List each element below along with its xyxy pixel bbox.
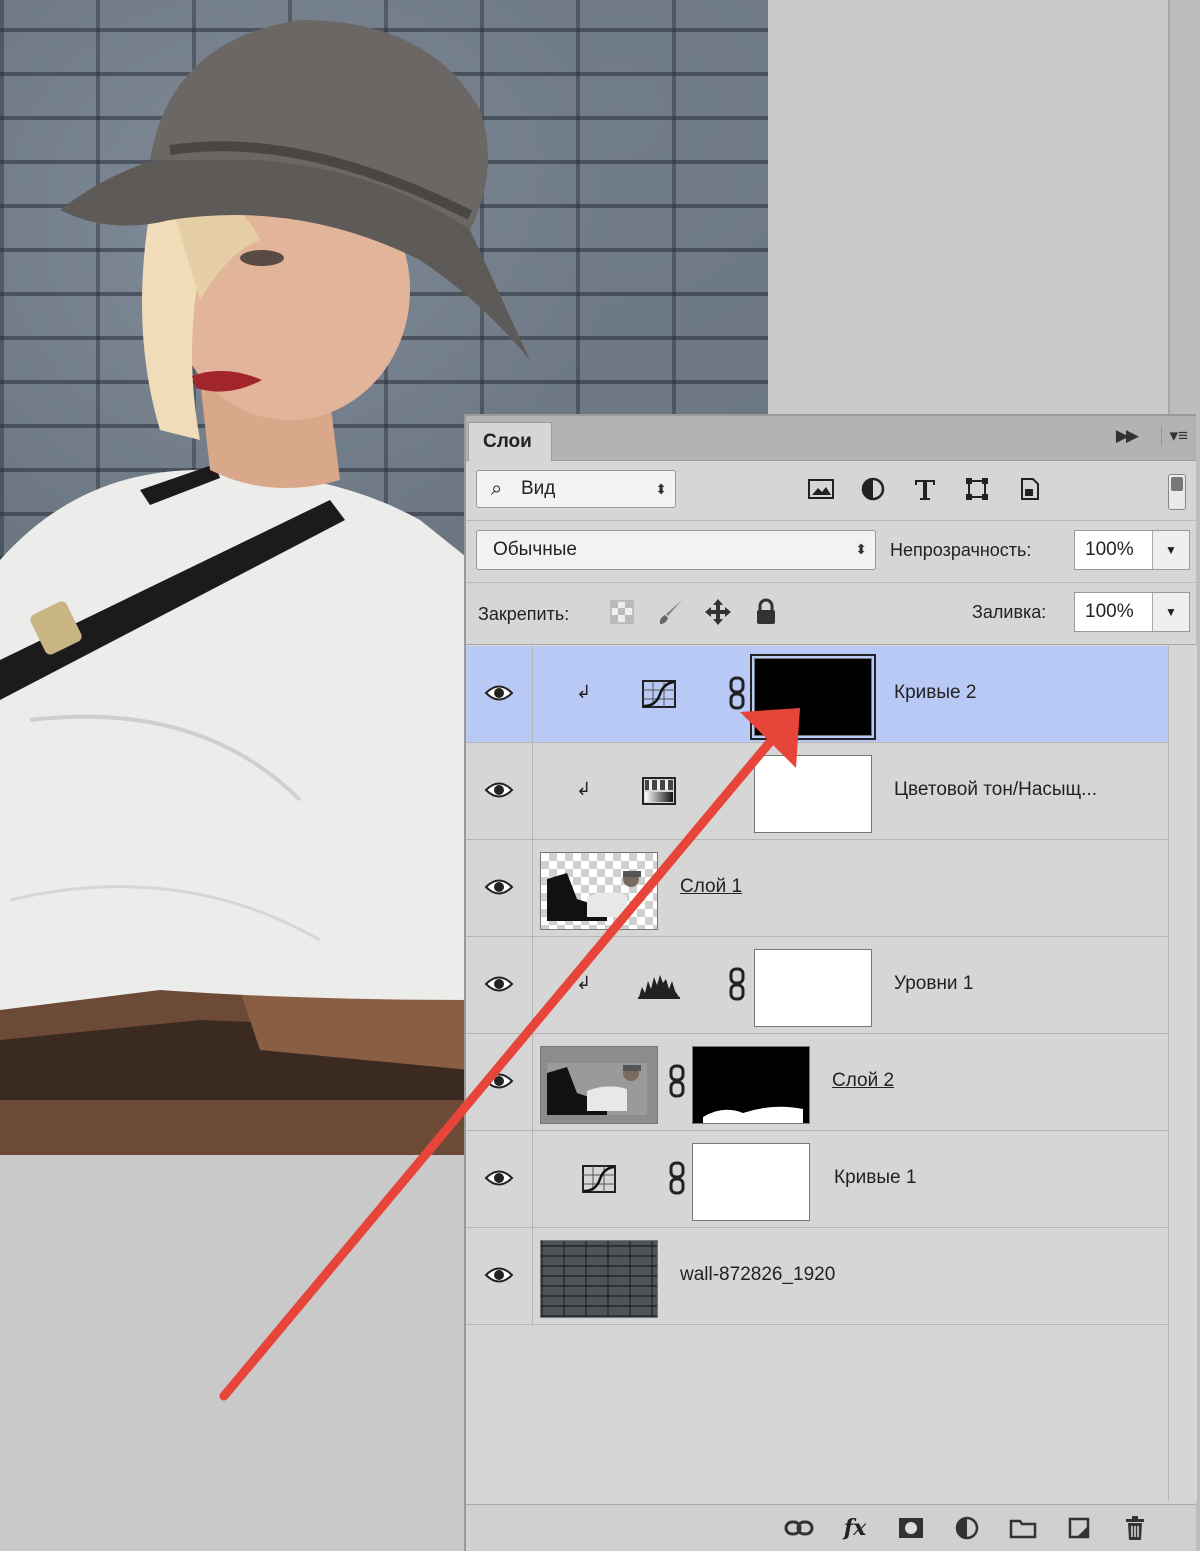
- layer-row-curves-1[interactable]: Кривые 1: [466, 1131, 1168, 1228]
- mask-shape: [703, 1106, 803, 1123]
- search-icon: ⌕: [491, 478, 503, 500]
- image-filter-icon[interactable]: [804, 472, 838, 506]
- new-group-icon[interactable]: [1006, 1511, 1040, 1545]
- select-spinner-icon: ⬍: [855, 541, 867, 557]
- layer-row-layer-2[interactable]: Слой 2: [466, 1034, 1168, 1131]
- layer-filter-row: ⌕ Вид ⬍: [466, 460, 1196, 521]
- link-icon[interactable]: [728, 676, 746, 710]
- lock-label: Закрепить:: [478, 604, 570, 624]
- eye-icon[interactable]: [484, 1070, 514, 1092]
- shape-filter-icon[interactable]: [960, 472, 994, 506]
- clipping-arrow-icon: ↲: [576, 779, 592, 799]
- layers-list: ↲ Кривые 2 ↲ Цветовой тон/Насыщ... Слой: [466, 646, 1168, 1325]
- curves-icon: [642, 680, 676, 708]
- select-spinner-icon: ⬍: [655, 481, 667, 497]
- layer-thumbnail[interactable]: [540, 1240, 658, 1318]
- layer-row-hue-saturation[interactable]: ↲ Цветовой тон/Насыщ...: [466, 743, 1168, 840]
- opacity-value: 100%: [1085, 539, 1134, 560]
- fill-value: 100%: [1085, 601, 1134, 622]
- layer-mask-thumbnail[interactable]: [754, 755, 872, 833]
- layer-row-layer-1[interactable]: Слой 1: [466, 840, 1168, 937]
- panel-tab-bar: Слои ▶▶ ▾≡: [466, 416, 1196, 461]
- layer-name: Кривые 1: [834, 1167, 917, 1188]
- layer-mask-thumbnail[interactable]: [754, 949, 872, 1027]
- opacity-label: Непрозрачность:: [890, 540, 1032, 560]
- visibility-cell: [466, 743, 533, 839]
- fill-field[interactable]: 100% ▼: [1074, 592, 1190, 632]
- layer-filter-select[interactable]: ⌕ Вид ⬍: [476, 470, 676, 508]
- visibility-cell: [466, 937, 533, 1033]
- fill-label: Заливка:: [972, 602, 1047, 622]
- clipping-arrow-icon: ↲: [576, 973, 592, 993]
- layers-panel: Слои ▶▶ ▾≡ ⌕ Вид ⬍ Обычные ⬍ Непрозрачно…: [464, 414, 1197, 1551]
- layer-name: wall-872826_1920: [680, 1264, 836, 1285]
- link-layers-icon[interactable]: [782, 1511, 816, 1545]
- blend-mode-value: Обычные: [493, 539, 577, 560]
- eye-icon[interactable]: [484, 876, 514, 898]
- filter-toggle-switch[interactable]: [1168, 474, 1186, 510]
- layer-row-curves-2[interactable]: ↲ Кривые 2: [466, 646, 1168, 743]
- fx-icon[interactable]: fx: [838, 1511, 872, 1545]
- figure-thumbnail: [547, 1063, 647, 1115]
- layer-name: Кривые 2: [894, 682, 977, 703]
- adjustment-filter-icon[interactable]: [856, 472, 890, 506]
- eye-icon[interactable]: [484, 779, 514, 801]
- filter-select-label: Вид: [521, 478, 556, 499]
- layer-mask-thumbnail[interactable]: [692, 1046, 810, 1124]
- opacity-field[interactable]: 100% ▼: [1074, 530, 1190, 570]
- canvas-gutter: [768, 0, 1168, 420]
- collapse-panel-icon[interactable]: ▶▶: [1116, 426, 1139, 446]
- filter-icons: [804, 472, 1046, 508]
- layer-name: Цветовой тон/Насыщ...: [894, 779, 1098, 800]
- eye-icon[interactable]: [484, 682, 514, 704]
- type-filter-icon[interactable]: [908, 472, 942, 506]
- visibility-cell: [466, 840, 533, 936]
- chevron-down-icon[interactable]: ▼: [1152, 593, 1189, 631]
- layer-name: Слой 1: [680, 876, 743, 897]
- link-icon[interactable]: [668, 1064, 686, 1098]
- layer-name: Слой 2: [832, 1070, 895, 1091]
- visibility-cell: [466, 1228, 533, 1324]
- layer-mask-thumbnail[interactable]: [750, 654, 876, 740]
- layer-name: Уровни 1: [894, 973, 974, 994]
- lock-transparent-icon[interactable]: [606, 596, 638, 628]
- new-layer-icon[interactable]: [1062, 1511, 1096, 1545]
- panel-bottom-icons: fx: [782, 1511, 1152, 1545]
- eye-icon[interactable]: [484, 1264, 514, 1286]
- canvas-pasteboard: [0, 1155, 466, 1551]
- link-icon[interactable]: [728, 967, 746, 1001]
- panel-bottom-bar: fx: [466, 1504, 1196, 1551]
- lock-all-icon[interactable]: [750, 596, 782, 628]
- layers-scrollbar[interactable]: [1168, 646, 1197, 1501]
- panel-menu-icon[interactable]: ▾≡: [1160, 426, 1188, 446]
- smart-object-filter-icon[interactable]: [1012, 472, 1046, 506]
- chevron-down-icon[interactable]: ▼: [1152, 531, 1189, 569]
- visibility-cell: [466, 1131, 533, 1227]
- visibility-cell: [466, 646, 533, 742]
- curves-icon: [582, 1165, 616, 1193]
- lock-icons: [606, 596, 782, 628]
- layer-thumbnail[interactable]: [540, 1046, 658, 1124]
- clipping-arrow-icon: ↲: [576, 682, 592, 702]
- figure-thumbnail: [547, 871, 641, 921]
- delete-layer-icon[interactable]: [1118, 1511, 1152, 1545]
- layer-row-levels-1[interactable]: ↲ Уровни 1: [466, 937, 1168, 1034]
- link-icon[interactable]: [668, 1161, 686, 1195]
- visibility-cell: [466, 1034, 533, 1130]
- eye-icon[interactable]: [484, 1167, 514, 1189]
- tab-layers[interactable]: Слои: [468, 422, 552, 461]
- lock-brush-icon[interactable]: [654, 596, 686, 628]
- eye-icon[interactable]: [484, 973, 514, 995]
- blend-opacity-row: Обычные ⬍ Непрозрачность: 100% ▼: [466, 520, 1196, 583]
- layer-mask-thumbnail[interactable]: [692, 1143, 810, 1221]
- hue-saturation-icon: [642, 777, 676, 805]
- layer-thumbnail[interactable]: [540, 852, 658, 930]
- lock-move-icon[interactable]: [702, 596, 734, 628]
- blend-mode-select[interactable]: Обычные ⬍: [476, 530, 876, 570]
- lock-fill-row: Закрепить: Заливка: 100% ▼: [466, 582, 1196, 645]
- add-mask-icon[interactable]: [894, 1511, 928, 1545]
- new-adjustment-icon[interactable]: [950, 1511, 984, 1545]
- layer-row-wall[interactable]: wall-872826_1920: [466, 1228, 1168, 1325]
- levels-icon: [638, 975, 680, 999]
